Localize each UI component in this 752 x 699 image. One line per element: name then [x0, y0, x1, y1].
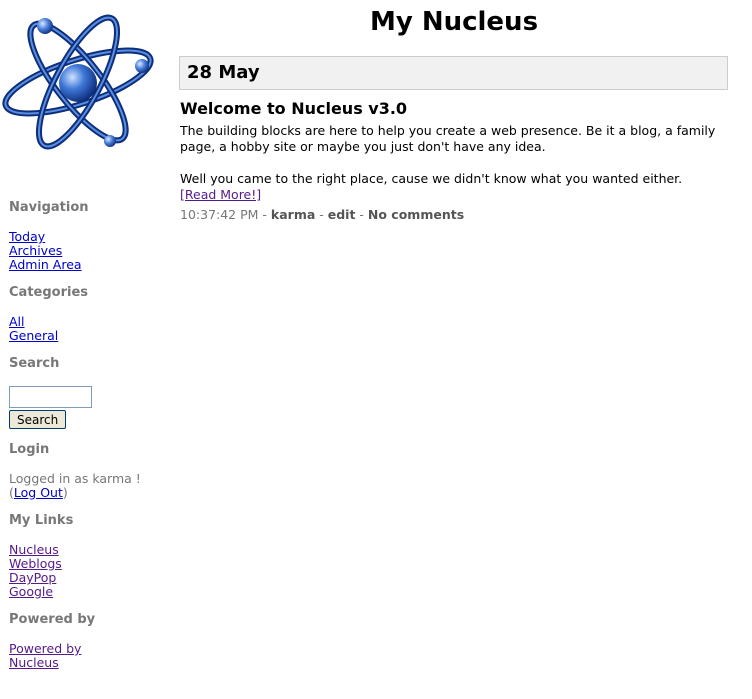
- nav-link-archives[interactable]: Archives: [9, 244, 159, 258]
- categories-list: All General: [9, 315, 159, 343]
- my-links-heading: My Links: [9, 513, 74, 528]
- powered-by-heading: Powered by: [9, 612, 96, 627]
- post-paragraph-2: Well you came to the right place, cause …: [180, 171, 683, 186]
- search-heading: Search: [9, 356, 60, 371]
- post-comments-link[interactable]: No comments: [368, 207, 464, 222]
- navigation-heading: Navigation: [9, 200, 89, 215]
- sidebar: Navigation Today Archives Admin Area Cat…: [9, 200, 159, 683]
- navigation-list: Today Archives Admin Area: [9, 230, 159, 272]
- my-links-list: Nucleus Weblogs DayPop Google: [9, 543, 159, 599]
- post-meta: 10:37:42 PM - karma - edit - No comments: [180, 207, 465, 222]
- post-author[interactable]: karma: [271, 207, 315, 222]
- post-paragraph-1: The building blocks are here to help you…: [180, 123, 716, 154]
- powered-by-nucleus-link[interactable]: Powered by Nucleus: [9, 642, 99, 670]
- category-link-general[interactable]: General: [9, 329, 159, 343]
- nav-link-today[interactable]: Today: [9, 230, 159, 244]
- category-link-all[interactable]: All: [9, 315, 159, 329]
- site-title: My Nucleus: [369, 7, 539, 37]
- login-status: Logged in as karma ! (Log Out): [9, 472, 159, 500]
- atom-logo-icon: [2, 14, 154, 150]
- post-time: 10:37:42 PM: [180, 207, 259, 222]
- nav-link-admin-area[interactable]: Admin Area: [9, 258, 159, 272]
- day-header: 28 May: [179, 56, 728, 90]
- search-input[interactable]: [9, 386, 92, 408]
- nucleus-atom-logo: [0, 6, 160, 152]
- my-link-weblogs[interactable]: Weblogs: [9, 557, 159, 571]
- powered-by-section: Powered by Nucleus: [9, 642, 99, 670]
- categories-heading: Categories: [9, 285, 89, 300]
- my-link-google[interactable]: Google: [9, 585, 159, 599]
- search-form: Search: [9, 386, 159, 429]
- post-title: Welcome to Nucleus v3.0: [180, 99, 408, 118]
- post-body: The building blocks are here to help you…: [180, 123, 730, 203]
- search-button[interactable]: Search: [9, 410, 67, 429]
- read-more-link[interactable]: [Read More!]: [180, 187, 261, 202]
- logout-link[interactable]: Log Out: [14, 485, 63, 500]
- login-status-close: ): [62, 485, 68, 500]
- blog-post: Welcome to Nucleus v3.0 The building blo…: [180, 99, 730, 222]
- login-heading: Login: [9, 442, 50, 457]
- my-link-nucleus[interactable]: Nucleus: [9, 543, 159, 557]
- post-edit-link[interactable]: edit: [328, 207, 356, 222]
- my-link-daypop[interactable]: DayPop: [9, 571, 159, 585]
